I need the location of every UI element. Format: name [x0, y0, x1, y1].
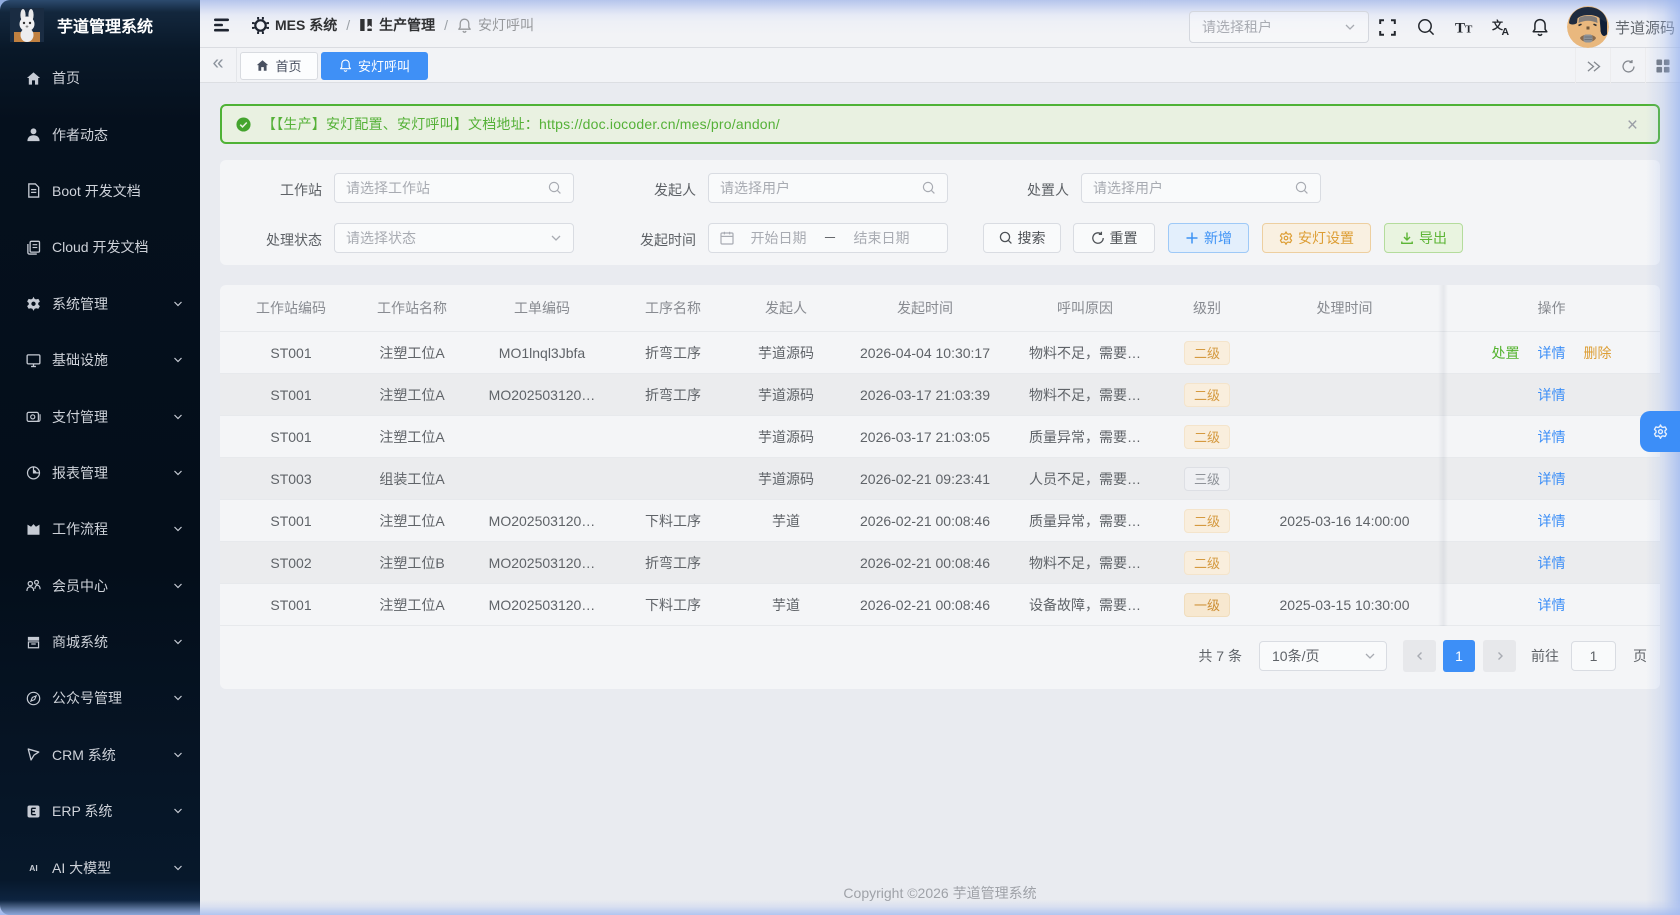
svg-text:T: T — [1455, 21, 1465, 36]
svg-text:T: T — [1465, 24, 1473, 36]
svg-text:AI: AI — [29, 863, 37, 873]
svg-text:A: A — [1501, 26, 1509, 36]
